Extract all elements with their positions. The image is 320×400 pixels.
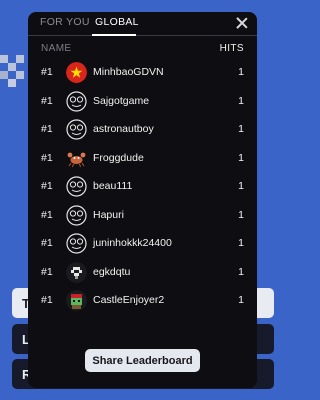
default-avatar-icon [66,233,87,254]
leaderboard-row: #1 MinhbaoGDVN 1 [28,58,257,87]
tab-for-you[interactable]: FOR YOU [40,16,90,28]
default-avatar-icon [66,176,87,197]
username: MinhbaoGDVN [93,66,164,79]
column-header-hits: HITS [219,43,244,54]
username: Hapuri [93,208,124,221]
column-header-name: NAME [41,43,72,54]
rank: #1 [41,237,53,250]
vietnam-flag-icon [66,62,87,83]
leaderboard-row: #1 Hapuri 1 [28,201,257,230]
default-avatar-icon [66,204,87,226]
share-leaderboard-button[interactable]: Share Leaderboard [85,349,200,372]
username: juninhokkk24400 [93,237,172,250]
default-avatar-icon [66,119,87,140]
leaderboard-list: #1 MinhbaoGDVN 1 #1 Sajgotgame 1 #1 astr… [28,58,257,315]
rank: #1 [41,123,53,136]
hit-count: 1 [238,94,244,107]
hit-count: 1 [238,180,244,193]
hit-count: 1 [238,265,244,278]
hit-count: 1 [238,294,244,307]
hit-count: 1 [238,151,244,164]
tab-global[interactable]: GLOBAL [95,16,139,28]
tab-bar: FOR YOU GLOBAL [28,12,257,36]
active-tab-indicator [92,34,136,36]
hit-count: 1 [238,66,244,79]
background-pixel-art [0,55,30,97]
leaderboard-row: #1 CastleEnjoyer2 1 [28,286,257,315]
rank: #1 [41,265,53,278]
leaderboard-row: #1 egkdqtu 1 [28,258,257,287]
goblin-avatar-icon [66,290,87,311]
pixel-avatar-icon [66,261,87,283]
username: Sajgotgame [93,94,150,107]
leaderboard-modal: FOR YOU GLOBAL NAME HITS #1 MinhbaoGDVN … [28,12,257,388]
rank: #1 [41,208,53,221]
leaderboard-row: #1 Sajgotgame 1 [28,87,257,116]
rank: #1 [41,94,53,107]
rank: #1 [41,180,53,193]
username: beau111 [93,180,133,193]
leaderboard-row: #1 beau111 1 [28,172,257,201]
username: egkdqtu [93,265,131,278]
username: CastleEnjoyer2 [93,294,165,307]
default-avatar-icon [66,90,87,112]
rank: #1 [41,66,53,79]
rank: #1 [41,294,53,307]
hit-count: 1 [238,123,244,136]
leaderboard-row: #1 astronautboy 1 [28,115,257,144]
hit-count: 1 [238,208,244,221]
leaderboard-row: #1 Froggdude 1 [28,144,257,173]
hit-count: 1 [238,237,244,250]
username: astronautboy [93,123,154,136]
crab-avatar-icon [66,148,87,169]
close-icon[interactable] [235,16,249,30]
username: Froggdude [93,151,144,164]
rank: #1 [41,151,53,164]
leaderboard-row: #1 juninhokkk24400 1 [28,229,257,258]
